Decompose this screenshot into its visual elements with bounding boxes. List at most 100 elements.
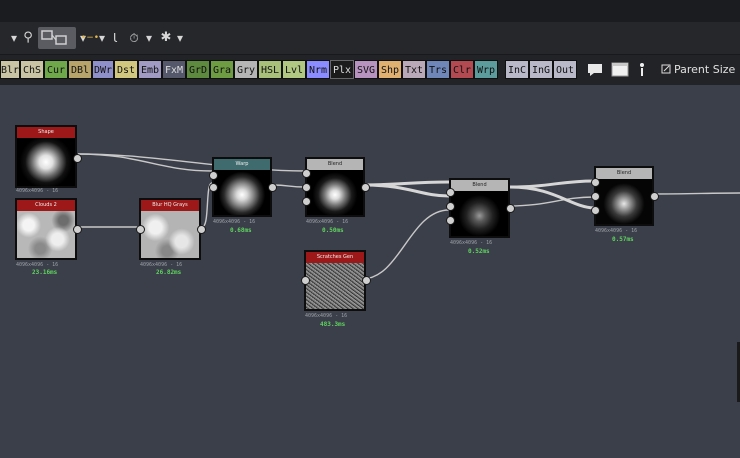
- filter-button-dwr[interactable]: DWr: [92, 60, 114, 79]
- node-title: Warp: [214, 159, 270, 170]
- frame-icon[interactable]: [610, 60, 630, 79]
- chevron-down-icon[interactable]: ▾: [144, 30, 154, 46]
- filter-button-label: Blr: [1, 65, 20, 76]
- filter-button-label: Wrp: [476, 65, 496, 76]
- output-port[interactable]: [506, 204, 515, 213]
- graph-canvas[interactable]: Shape 4096x4096 - 16 Clouds 2 4096x4096 …: [0, 85, 740, 458]
- filter-button-clr[interactable]: Clr: [450, 60, 474, 79]
- input-port[interactable]: [209, 183, 218, 192]
- input-port[interactable]: [591, 178, 600, 187]
- filter-button-shp[interactable]: Shp: [378, 60, 402, 79]
- input-port[interactable]: [591, 206, 600, 215]
- output-port[interactable]: [197, 225, 206, 234]
- filter-button-label: Clr: [452, 65, 472, 76]
- input-port[interactable]: [446, 188, 455, 197]
- filter-button-grd[interactable]: GrD: [186, 60, 210, 79]
- node-preview: [596, 179, 652, 224]
- output-port[interactable]: [362, 276, 371, 285]
- filter-button-label: Plx: [332, 65, 352, 76]
- output-port[interactable]: [650, 192, 659, 201]
- node-time: 483.3ms: [320, 321, 346, 328]
- filter-button-gry[interactable]: Gry: [234, 60, 258, 79]
- chevron-down-icon[interactable]: ▾: [175, 30, 185, 46]
- node-info: 4096x4096 - 16: [213, 219, 256, 225]
- filter-button-cur[interactable]: Cur: [44, 60, 68, 79]
- filter-button-ing[interactable]: InG: [529, 60, 553, 79]
- return-icon[interactable]: Ɩ: [110, 30, 120, 46]
- filter-button-dst[interactable]: Dst: [114, 60, 138, 79]
- input-port[interactable]: [209, 171, 218, 180]
- node-time: 0.52ms: [468, 248, 490, 255]
- input-port[interactable]: [446, 202, 455, 211]
- filter-button-label: Txt: [404, 65, 424, 76]
- input-port[interactable]: [136, 225, 145, 234]
- timer-icon[interactable]: ⏱: [126, 30, 142, 46]
- filter-button-label: SVG: [356, 65, 376, 76]
- input-port[interactable]: [302, 183, 311, 192]
- filter-button-hsl[interactable]: HSL: [258, 60, 282, 79]
- node-clouds[interactable]: Clouds 2: [15, 198, 82, 260]
- output-port[interactable]: [73, 154, 82, 163]
- input-port[interactable]: [302, 197, 311, 206]
- node-time: 0.50ms: [322, 227, 344, 234]
- filter-button-blr[interactable]: Blr: [0, 60, 20, 79]
- node-blend-1[interactable]: Blend: [302, 157, 370, 217]
- filter-button-label: InC: [507, 65, 527, 76]
- node-shape[interactable]: Shape: [15, 125, 82, 188]
- input-port[interactable]: [446, 216, 455, 225]
- filter-button-label: Dst: [116, 65, 136, 76]
- filter-button-label: GrD: [188, 65, 208, 76]
- node-info: 4096x4096 - 16: [305, 313, 348, 319]
- parent-size-label[interactable]: Parent Size: [674, 60, 735, 79]
- filter-button-txt[interactable]: Txt: [402, 60, 426, 79]
- input-port[interactable]: [591, 192, 600, 201]
- frame-nodes-icon[interactable]: [38, 27, 76, 49]
- filter-button-wrp[interactable]: Wrp: [474, 60, 498, 79]
- filter-button-label: Nrm: [308, 65, 328, 76]
- filter-button-emb[interactable]: Emb: [138, 60, 162, 79]
- node-scratches[interactable]: Scratches Gen: [301, 250, 371, 311]
- node-preview: [141, 211, 199, 258]
- node-title: Clouds 2: [17, 200, 75, 211]
- filter-button-plx[interactable]: Plx: [330, 60, 354, 79]
- filter-button-label: Gry: [236, 65, 256, 76]
- comment-icon[interactable]: [586, 60, 604, 79]
- chevron-down-icon[interactable]: ▾: [9, 30, 19, 46]
- input-port[interactable]: [302, 169, 311, 178]
- filter-button-gra[interactable]: Gra: [210, 60, 234, 79]
- wire-blend1-to-blend2-b: [362, 183, 450, 198]
- output-port[interactable]: [361, 183, 370, 192]
- filter-button-chs[interactable]: ChS: [20, 60, 44, 79]
- node-title: Blend: [596, 168, 652, 179]
- zoom-icon[interactable]: ⚲: [21, 30, 35, 46]
- input-port[interactable]: [301, 276, 310, 285]
- node-title: Blend: [307, 159, 363, 170]
- output-port[interactable]: [268, 183, 277, 192]
- filter-button-out[interactable]: Out: [553, 60, 577, 79]
- filter-button-label: Gra: [212, 65, 232, 76]
- chevron-down-icon[interactable]: ▾: [97, 30, 107, 46]
- filter-button-inc[interactable]: InC: [505, 60, 529, 79]
- filter-button-svg[interactable]: SVG: [354, 60, 378, 79]
- node-preview: [17, 138, 75, 186]
- filter-button-label: Trs: [428, 65, 448, 76]
- node-blur[interactable]: Blur HQ Grays: [136, 198, 206, 260]
- filter-button-trs[interactable]: Trs: [426, 60, 450, 79]
- filter-button-label: DBl: [70, 65, 90, 76]
- filter-button-fxm[interactable]: FxM: [162, 60, 186, 79]
- node-info: 4096x4096 - 16: [450, 240, 493, 246]
- pin-icon[interactable]: [636, 60, 648, 79]
- node-blend-2[interactable]: Blend: [446, 178, 515, 238]
- filter-button-label: Out: [555, 65, 575, 76]
- settings-icon[interactable]: ✱: [158, 30, 174, 46]
- node-preview: [306, 263, 364, 309]
- filter-button-nrm[interactable]: Nrm: [306, 60, 330, 79]
- output-port[interactable]: [73, 225, 82, 234]
- node-info: 4096x4096 - 16: [595, 228, 638, 234]
- node-info: 4096x4096 - 16: [306, 219, 349, 225]
- node-title: Blend: [451, 180, 508, 191]
- filter-button-lvl[interactable]: Lvl: [282, 60, 306, 79]
- node-warp[interactable]: Warp: [209, 157, 277, 217]
- node-blend-3[interactable]: Blend: [591, 166, 659, 226]
- filter-button-dbl[interactable]: DBl: [68, 60, 92, 79]
